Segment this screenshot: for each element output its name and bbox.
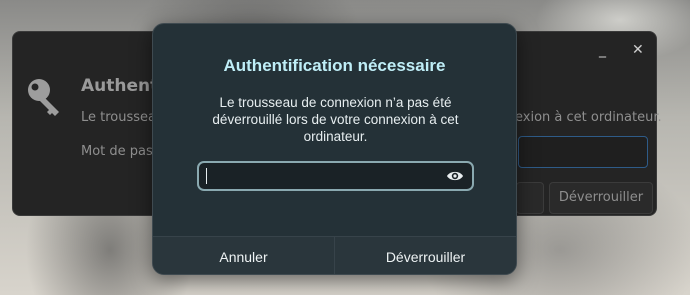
dialog-button-row: Annuler Déverrouiller	[153, 236, 516, 274]
cancel-button[interactable]	[516, 182, 544, 214]
dialog-message: Le trousseau de connexion n’a pas été dé…	[212, 95, 459, 144]
key-icon	[28, 79, 59, 116]
password-input[interactable]	[197, 161, 474, 191]
window-description-tail: exion à cet ordinateur.	[515, 110, 662, 125]
minimize-button[interactable]: _	[599, 42, 606, 58]
unlock-button[interactable]: Déverrouiller	[334, 237, 516, 274]
unlock-button[interactable]: Déverrouiller	[549, 182, 653, 214]
auth-dialog: Authentification nécessaire Le trousseau…	[152, 23, 517, 275]
password-field[interactable]	[518, 136, 648, 168]
password-label: Mot de pass	[81, 144, 160, 159]
close-button[interactable]: ✕	[632, 42, 644, 58]
text-caret	[206, 168, 207, 184]
eye-icon[interactable]	[446, 168, 464, 184]
cancel-button[interactable]: Annuler	[153, 237, 334, 274]
dialog-title: Authentification nécessaire	[223, 56, 446, 75]
